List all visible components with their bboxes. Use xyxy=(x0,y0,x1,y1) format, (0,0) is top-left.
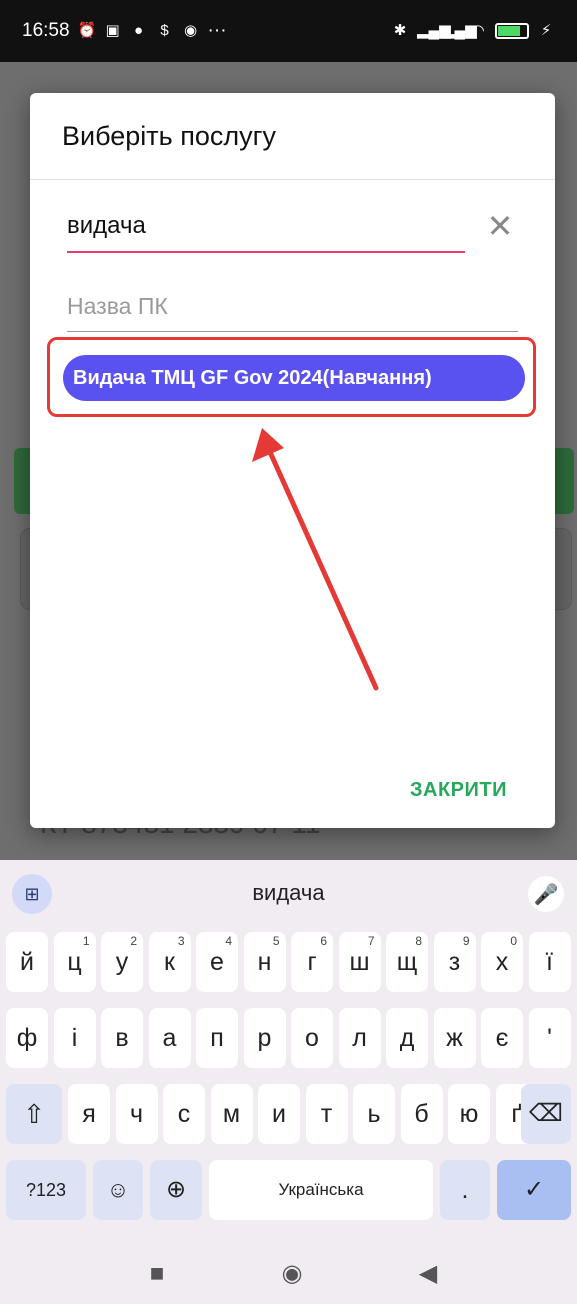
recent-apps-icon[interactable]: ■ xyxy=(145,1262,169,1286)
battery-level xyxy=(498,26,520,36)
space-key[interactable]: Українська xyxy=(209,1160,433,1220)
suggestion[interactable]: видача xyxy=(0,880,577,906)
key-ч[interactable]: ч xyxy=(115,1084,158,1144)
close-button[interactable]: ЗАКРИТИ xyxy=(410,779,507,802)
key-о[interactable]: о xyxy=(291,1008,333,1068)
key-к[interactable]: к3 xyxy=(148,932,191,992)
emoji-key[interactable]: ☺ xyxy=(93,1160,143,1220)
key-hint: 5 xyxy=(272,934,280,948)
search-input[interactable] xyxy=(67,205,465,253)
key-м[interactable]: м xyxy=(210,1084,253,1144)
key-т[interactable]: т xyxy=(305,1084,348,1144)
key-г[interactable]: г6 xyxy=(291,932,333,992)
globe-key[interactable]: ⊕ xyxy=(150,1160,202,1220)
divider xyxy=(30,179,555,180)
status-bar: 16:58 ⏰ ▣ ● $ ◉ ··· ✱ ▂▄▆ ▂▄▆ ◠ ⚡ xyxy=(0,0,577,62)
key-є[interactable]: є xyxy=(481,1008,523,1068)
s-icon: $ xyxy=(160,22,169,39)
skype-icon: ● xyxy=(134,22,144,39)
key-д[interactable]: д xyxy=(386,1008,428,1068)
key-я[interactable]: я xyxy=(68,1084,110,1144)
key-hint: 9 xyxy=(462,934,470,948)
home-icon[interactable]: ◉ xyxy=(280,1262,304,1286)
clear-icon[interactable]: ✕ xyxy=(485,210,515,242)
signal-icon: ▂▄▆ xyxy=(417,22,451,39)
enter-key[interactable]: ✓ xyxy=(497,1160,571,1220)
back-icon[interactable]: ◀ xyxy=(416,1262,440,1286)
key-х[interactable]: х0 xyxy=(481,932,523,992)
key-с[interactable]: с xyxy=(163,1084,205,1144)
symbols-key[interactable]: ?123 xyxy=(6,1160,86,1220)
period-key[interactable]: . xyxy=(440,1160,490,1220)
key-hint: 3 xyxy=(177,934,185,948)
charging-icon: ⚡ xyxy=(540,22,552,39)
key-і[interactable]: і xyxy=(53,1008,96,1068)
notification-icon: ◉ xyxy=(184,22,198,39)
microphone-icon[interactable]: 🎤 xyxy=(528,876,564,912)
key-ш[interactable]: ш7 xyxy=(338,932,381,992)
key-з[interactable]: з9 xyxy=(433,932,476,992)
key-ж[interactable]: ж xyxy=(433,1008,476,1068)
key-р[interactable]: р xyxy=(243,1008,286,1068)
dialog-title: Виберіть послугу xyxy=(62,121,276,151)
key-л[interactable]: л xyxy=(338,1008,381,1068)
key-п[interactable]: п xyxy=(196,1008,238,1068)
key-hint: 8 xyxy=(415,934,422,948)
key-у[interactable]: у2 xyxy=(101,932,143,992)
key-hint: 6 xyxy=(320,934,327,948)
nfc-icon: ▣ xyxy=(105,22,120,39)
signal-icon: ▂▄▆ xyxy=(443,22,477,39)
result-item[interactable]: Видача ТМЦ GF Gov 2024(Навчання) xyxy=(63,355,525,401)
key-а[interactable]: а xyxy=(148,1008,191,1068)
key-hint: 4 xyxy=(225,934,232,948)
battery-icon xyxy=(495,23,529,39)
key-'[interactable]: ' xyxy=(528,1008,571,1068)
bluetooth-icon: ✱ xyxy=(393,22,407,39)
key-ї[interactable]: ї xyxy=(528,932,571,992)
keyboard-toolbar: ⊞ видача 🎤 xyxy=(0,860,577,926)
key-ц[interactable]: ц1 xyxy=(53,932,96,992)
alarm-icon: ⏰ xyxy=(77,22,97,39)
key-hint: 0 xyxy=(510,934,517,948)
key-б[interactable]: б xyxy=(400,1084,443,1144)
key-щ[interactable]: щ8 xyxy=(386,932,428,992)
more-notifications: ··· xyxy=(207,20,227,41)
wifi-icon: ◠ xyxy=(471,22,485,39)
key-hint: 1 xyxy=(82,934,90,948)
navigation-bar: ■ ◉ ◀ xyxy=(0,1238,577,1304)
key-в[interactable]: в xyxy=(101,1008,143,1068)
key-н[interactable]: н5 xyxy=(243,932,286,992)
key-hint: 7 xyxy=(367,934,375,948)
key-ь[interactable]: ь xyxy=(353,1084,395,1144)
key-е[interactable]: е4 xyxy=(196,932,238,992)
shift-key[interactable]: ⇧ xyxy=(6,1084,62,1144)
key-и[interactable]: и xyxy=(258,1084,300,1144)
key-hint: 2 xyxy=(130,934,137,948)
select-service-dialog: Виберіть послугу ✕ Видача ТМЦ GF Gov 202… xyxy=(30,93,555,828)
key-й[interactable]: й xyxy=(6,932,48,992)
backspace-key[interactable]: ⌫ xyxy=(521,1084,571,1144)
key-ф[interactable]: ф xyxy=(6,1008,48,1068)
key-ю[interactable]: ю xyxy=(448,1084,490,1144)
pk-name-input[interactable] xyxy=(67,285,518,332)
status-time: 16:58 xyxy=(22,20,70,41)
